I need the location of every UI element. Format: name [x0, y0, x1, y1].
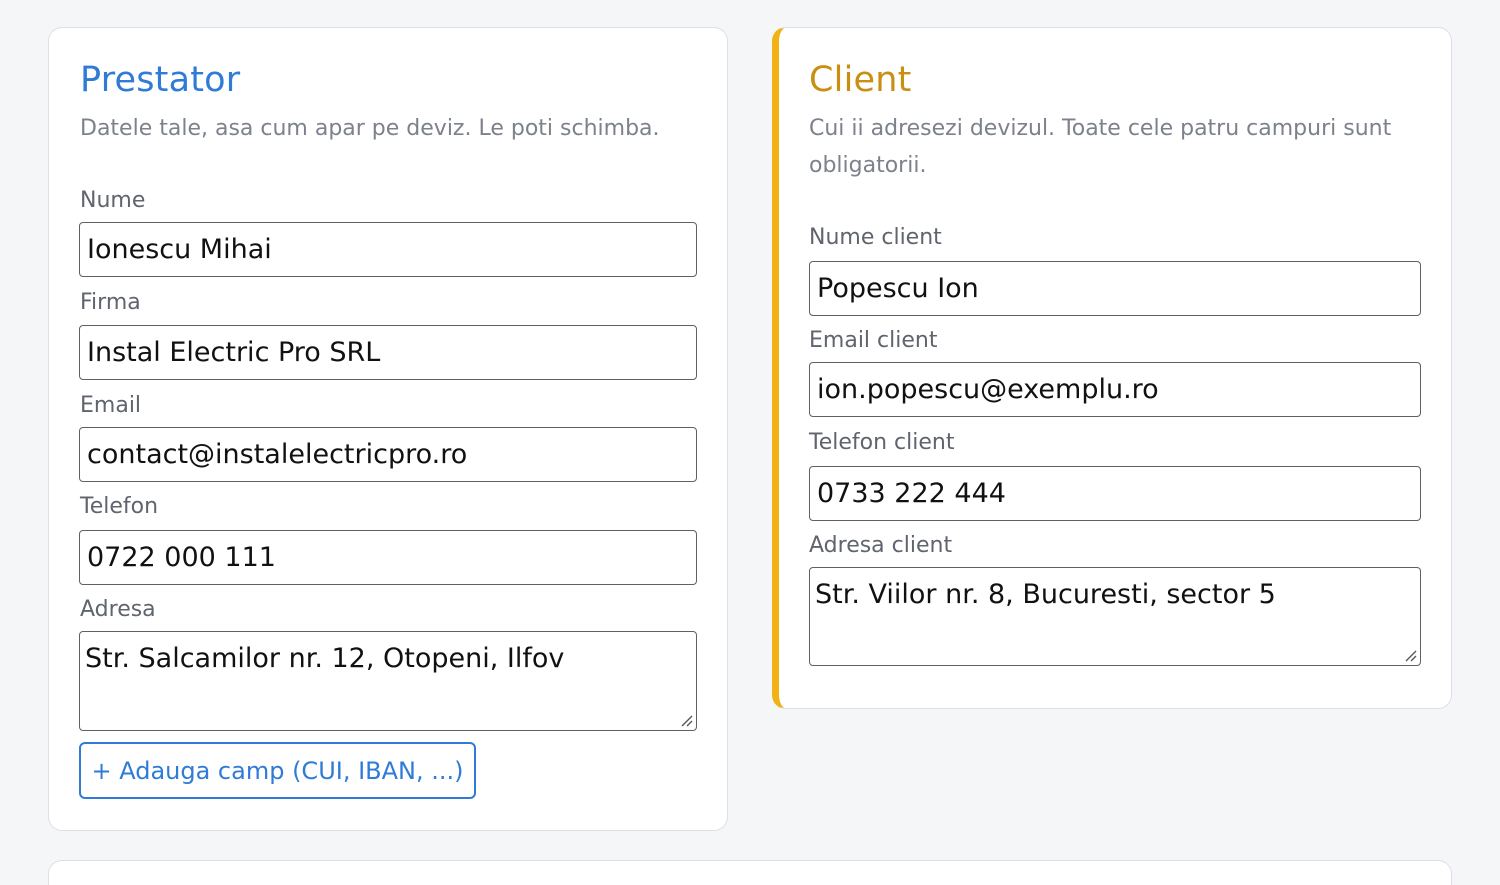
telefon-label: Telefon	[80, 494, 159, 519]
email-input[interactable]: contact@instalelectricpro.ro	[79, 427, 697, 482]
adresa-client-value: Str. Viilor nr. 8, Bucuresti, sector 5	[815, 579, 1276, 610]
nume-client-label: Nume client	[809, 225, 942, 250]
page: Prestator Datele tale, asa cum apar pe d…	[0, 0, 1500, 885]
next-section-card	[48, 860, 1452, 885]
email-client-input[interactable]: ion.popescu@exemplu.ro	[809, 362, 1421, 417]
nume-client-input[interactable]: Popescu Ion	[809, 261, 1421, 316]
prestator-description: Datele tale, asa cum apar pe deviz. Le p…	[80, 116, 660, 141]
nume-label: Nume	[80, 188, 146, 213]
email-label: Email	[80, 393, 142, 418]
client-description-line1: Cui ii adresezi devizul. Toate cele patr…	[809, 116, 1392, 141]
firma-input[interactable]: Instal Electric Pro SRL	[79, 325, 697, 380]
firma-label: Firma	[80, 290, 141, 315]
client-title: Client	[809, 60, 912, 100]
resize-grip-icon[interactable]	[1403, 648, 1417, 662]
adresa-client-textarea[interactable]: Str. Viilor nr. 8, Bucuresti, sector 5	[809, 567, 1421, 666]
telefon-client-label: Telefon client	[809, 430, 955, 455]
email-client-label: Email client	[809, 328, 938, 353]
telefon-client-input[interactable]: 0733 222 444	[809, 466, 1421, 521]
prestator-title: Prestator	[80, 60, 241, 100]
client-description-line2: obligatorii.	[809, 153, 927, 178]
adresa-label: Adresa	[80, 597, 156, 622]
adresa-value: Str. Salcamilor nr. 12, Otopeni, Ilfov	[85, 643, 565, 674]
resize-grip-icon[interactable]	[679, 713, 693, 727]
adresa-textarea[interactable]: Str. Salcamilor nr. 12, Otopeni, Ilfov	[79, 631, 697, 731]
add-field-button[interactable]: + Adauga camp (CUI, IBAN, ...)	[79, 742, 476, 799]
adresa-client-label: Adresa client	[809, 533, 953, 558]
nume-input[interactable]: Ionescu Mihai	[79, 222, 697, 277]
telefon-input[interactable]: 0722 000 111	[79, 530, 697, 585]
